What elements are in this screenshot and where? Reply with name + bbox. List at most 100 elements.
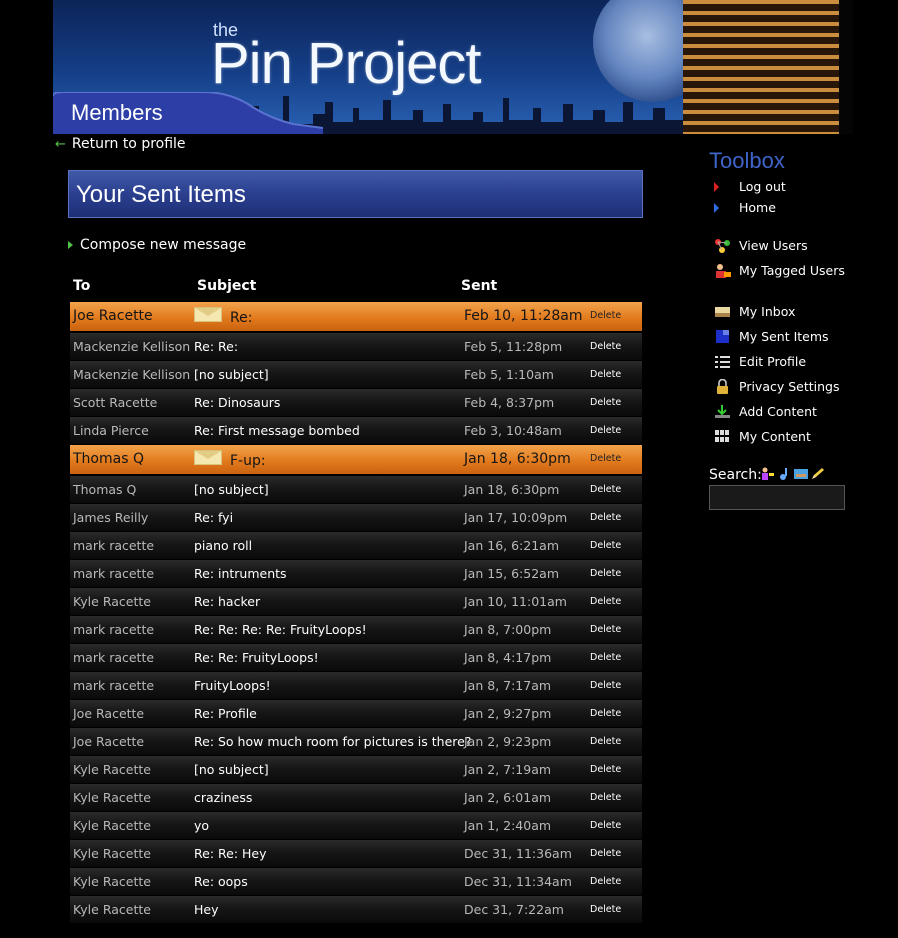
- recipient-link[interactable]: mark racette: [73, 622, 154, 637]
- table-row[interactable]: Kyle Racette Re: Re: Hey Dec 31, 11:36am De…: [70, 840, 642, 868]
- subject-link[interactable]: Re: Re: Re: Re: FruityLoops!: [194, 622, 367, 637]
- return-to-profile-link[interactable]: ← Return to profile: [55, 136, 186, 152]
- pencil-icon[interactable]: [811, 465, 825, 479]
- subject-link[interactable]: Re: Re: FruityLoops!: [194, 650, 319, 665]
- tagged-users-link[interactable]: My Tagged Users: [714, 263, 845, 278]
- table-row[interactable]: mark racette piano roll Jan 16, 6:21am Dele…: [70, 532, 642, 560]
- delete-link[interactable]: Delete: [590, 904, 621, 915]
- site-logo[interactable]: Pin Project: [211, 30, 481, 97]
- recipient-link[interactable]: Kyle Racette: [73, 594, 151, 609]
- table-row-unread[interactable]: Joe Racette Re: Feb 10, 11:28am Delete: [70, 302, 642, 332]
- delete-link[interactable]: Delete: [590, 484, 621, 495]
- table-row[interactable]: mark racette Re: Re: Re: Re: FruityLoops!…: [70, 616, 642, 644]
- inbox-link[interactable]: My Inbox: [714, 304, 795, 319]
- recipient-link[interactable]: Kyle Racette: [73, 874, 151, 889]
- table-row[interactable]: Kyle Racette Hey Dec 31, 7:22am Delete: [70, 896, 642, 924]
- view-users-link[interactable]: View Users: [714, 238, 808, 253]
- subject-link[interactable]: yo: [194, 818, 209, 833]
- subject-link[interactable]: FruityLoops!: [194, 678, 271, 693]
- delete-link[interactable]: Delete: [590, 652, 621, 663]
- home-link[interactable]: Home: [714, 200, 776, 215]
- table-row[interactable]: Scott Racette Re: Dinosaurs Feb 4, 8:37pm D…: [70, 389, 642, 417]
- subject-link[interactable]: Re: So how much room for pictures is the…: [194, 734, 471, 749]
- sent-items-link[interactable]: My Sent Items: [714, 329, 829, 344]
- table-row[interactable]: Kyle Racette Re: oops Dec 31, 11:34am Delet…: [70, 868, 642, 896]
- picture-icon[interactable]: [794, 465, 808, 479]
- recipient-link[interactable]: mark racette: [73, 566, 154, 581]
- subject-link[interactable]: [no subject]: [194, 762, 269, 777]
- subject-link[interactable]: Re: oops: [194, 874, 248, 889]
- delete-link[interactable]: Delete: [590, 397, 621, 408]
- table-row[interactable]: mark racette Re: intruments Jan 15, 6:52am…: [70, 560, 642, 588]
- recipient-link[interactable]: Kyle Racette: [73, 790, 151, 805]
- recipient-link[interactable]: mark racette: [73, 538, 154, 553]
- table-row[interactable]: Kyle Racette craziness Jan 2, 6:01am Delete: [70, 784, 642, 812]
- delete-link[interactable]: Delete: [590, 820, 621, 831]
- recipient-link[interactable]: Kyle Racette: [73, 902, 151, 917]
- search-input[interactable]: [709, 485, 845, 510]
- subject-link[interactable]: Re: First message bombed: [194, 423, 360, 438]
- subject-link[interactable]: piano roll: [194, 538, 252, 553]
- delete-link[interactable]: Delete: [590, 369, 621, 380]
- subject-link[interactable]: craziness: [194, 790, 252, 805]
- table-row[interactable]: Joe Racette Re: So how much room for pict…: [70, 728, 642, 756]
- delete-link[interactable]: Delete: [590, 876, 621, 887]
- recipient-link[interactable]: Mackenzie Kellison: [73, 367, 190, 382]
- subject-link[interactable]: [no subject]: [194, 482, 269, 497]
- recipient-link[interactable]: Joe Racette: [73, 308, 153, 324]
- subject-link[interactable]: Re:: [230, 310, 252, 326]
- person-icon[interactable]: [760, 465, 774, 480]
- recipient-link[interactable]: Kyle Racette: [73, 846, 151, 861]
- table-row-unread[interactable]: Thomas Q F-up: Jan 18, 6:30pm Delete: [70, 445, 642, 475]
- table-row[interactable]: Thomas Q [no subject] Jan 18, 6:30pm Delete: [70, 476, 642, 504]
- table-row[interactable]: Linda Pierce Re: First message bombed Feb …: [70, 417, 642, 445]
- logout-link[interactable]: Log out: [714, 179, 786, 194]
- delete-link[interactable]: Delete: [590, 341, 621, 352]
- recipient-link[interactable]: Kyle Racette: [73, 762, 151, 777]
- delete-link[interactable]: Delete: [590, 425, 621, 436]
- recipient-link[interactable]: mark racette: [73, 678, 154, 693]
- table-row[interactable]: Mackenzie Kellison Re: Re: Feb 5, 11:28pm D…: [70, 333, 642, 361]
- recipient-link[interactable]: Joe Racette: [73, 734, 144, 749]
- subject-link[interactable]: Re: Profile: [194, 706, 257, 721]
- music-note-icon[interactable]: [777, 465, 791, 480]
- table-row[interactable]: mark racette Re: Re: FruityLoops! Jan 8, 4…: [70, 644, 642, 672]
- recipient-link[interactable]: Joe Racette: [73, 706, 144, 721]
- recipient-link[interactable]: Mackenzie Kellison: [73, 339, 190, 354]
- recipient-link[interactable]: Scott Racette: [73, 395, 157, 410]
- add-content-link[interactable]: Add Content: [714, 404, 817, 419]
- recipient-link[interactable]: James Reilly: [73, 510, 148, 525]
- table-row[interactable]: Joe Racette Re: Profile Jan 2, 9:27pm Delet…: [70, 700, 642, 728]
- subject-link[interactable]: Re: Re: Hey: [194, 846, 267, 861]
- table-row[interactable]: Mackenzie Kellison [no subject] Feb 5, 1:1…: [70, 361, 642, 389]
- table-row[interactable]: Kyle Racette [no subject] Jan 2, 7:19am Del…: [70, 756, 642, 784]
- subject-link[interactable]: Hey: [194, 902, 219, 917]
- recipient-link[interactable]: Thomas Q: [73, 482, 136, 497]
- delete-link[interactable]: Delete: [590, 568, 621, 579]
- delete-link[interactable]: Delete: [590, 708, 621, 719]
- recipient-link[interactable]: Kyle Racette: [73, 818, 151, 833]
- delete-link[interactable]: Delete: [590, 596, 621, 607]
- delete-link[interactable]: Delete: [590, 736, 621, 747]
- recipient-link[interactable]: mark racette: [73, 650, 154, 665]
- subject-link[interactable]: Re: hacker: [194, 594, 260, 609]
- subject-link[interactable]: [no subject]: [194, 367, 269, 382]
- delete-link[interactable]: Delete: [590, 512, 621, 523]
- subject-link[interactable]: Re: Dinosaurs: [194, 395, 280, 410]
- subject-link[interactable]: F-up:: [230, 453, 266, 469]
- privacy-settings-link[interactable]: Privacy Settings: [714, 378, 840, 394]
- table-row[interactable]: Kyle Racette Re: hacker Jan 10, 11:01am Del…: [70, 588, 642, 616]
- delete-link[interactable]: Delete: [590, 540, 621, 551]
- delete-link[interactable]: Delete: [590, 680, 621, 691]
- delete-link[interactable]: Delete: [590, 792, 621, 803]
- subject-link[interactable]: Re: Re:: [194, 339, 238, 354]
- subject-link[interactable]: Re: intruments: [194, 566, 287, 581]
- table-row[interactable]: mark racette FruityLoops! Jan 8, 7:17am Del…: [70, 672, 642, 700]
- delete-link[interactable]: Delete: [590, 624, 621, 635]
- table-row[interactable]: Kyle Racette yo Jan 1, 2:40am Delete: [70, 812, 642, 840]
- my-content-link[interactable]: My Content: [714, 429, 811, 444]
- subject-link[interactable]: Re: fyi: [194, 510, 233, 525]
- recipient-link[interactable]: Thomas Q: [73, 451, 144, 467]
- recipient-link[interactable]: Linda Pierce: [73, 423, 149, 438]
- table-row[interactable]: James Reilly Re: fyi Jan 17, 10:09pm Delete: [70, 504, 642, 532]
